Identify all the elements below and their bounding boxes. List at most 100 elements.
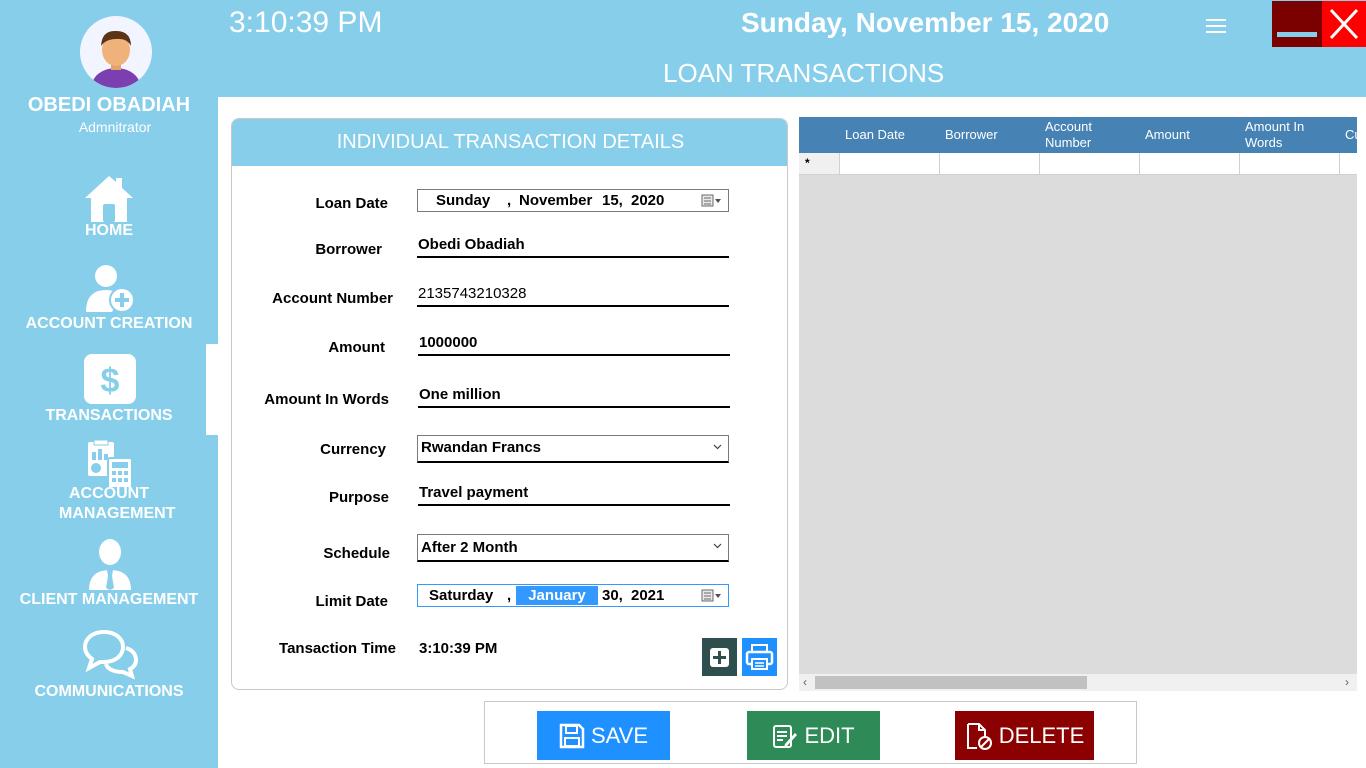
account-number-label: Account Number xyxy=(272,290,393,307)
limit-date-month: January xyxy=(516,586,598,605)
amount-in-words-label: Amount In Words xyxy=(264,391,389,408)
sidebar-item-communications[interactable]: COMMUNICATIONS xyxy=(0,628,218,704)
transactions-grid[interactable]: Loan Date Borrower Account Number Amount… xyxy=(799,117,1357,691)
grid-header: Loan Date Borrower Account Number Amount… xyxy=(799,117,1357,153)
schedule-value: After 2 Month xyxy=(421,539,518,556)
plus-icon xyxy=(710,648,729,667)
table-cell[interactable] xyxy=(1240,153,1340,175)
delete-button-label: DELETE xyxy=(998,722,1085,748)
action-bar: SAVE EDIT DELETE xyxy=(484,701,1137,764)
print-button[interactable] xyxy=(742,638,777,676)
column-header-amount[interactable]: Amount xyxy=(1140,117,1240,153)
scroll-left-icon[interactable]: ‹ xyxy=(803,675,807,689)
loan-date-month: November xyxy=(519,192,593,209)
currency-value: Rwandan Francs xyxy=(421,439,542,456)
currency-select[interactable]: Rwandan Francs xyxy=(417,435,729,463)
table-cell[interactable] xyxy=(1140,153,1240,175)
transaction-time-value: 3:10:39 PM xyxy=(419,640,498,657)
minimize-button[interactable] xyxy=(1272,1,1322,47)
table-cell[interactable] xyxy=(940,153,1040,175)
amount-in-words-underline xyxy=(418,406,730,408)
horizontal-scrollbar[interactable]: ‹ › xyxy=(799,674,1357,691)
column-header-loan-date[interactable]: Loan Date xyxy=(840,117,940,153)
account-number-underline xyxy=(417,305,729,307)
save-icon xyxy=(559,723,585,748)
limit-date-day: 30, xyxy=(602,587,623,604)
new-row-marker: * xyxy=(805,156,810,170)
sidebar-item-client-management[interactable]: CLIENT MANAGEMENT xyxy=(0,536,218,612)
sidebar-item-communications-label: COMMUNICATIONS xyxy=(34,683,184,700)
borrower-label: Borrower xyxy=(315,241,382,258)
transaction-details-panel: INDIVIDUAL TRANSACTION DETAILS Loan Date… xyxy=(231,118,788,690)
dollar-icon: $ xyxy=(83,354,137,412)
limit-date-separator: , xyxy=(507,587,512,604)
borrower-input[interactable]: Obedi Obadiah xyxy=(418,236,728,253)
borrower-underline xyxy=(417,256,729,258)
client-icon xyxy=(87,538,133,596)
sidebar-item-account-creation[interactable]: ACCOUNT CREATION xyxy=(0,260,218,336)
purpose-input[interactable]: Travel payment xyxy=(419,484,729,501)
save-button[interactable]: SAVE xyxy=(537,711,670,760)
amount-in-words-input[interactable]: One million xyxy=(419,386,729,403)
sidebar-item-client-management-label: CLIENT MANAGEMENT xyxy=(19,591,199,608)
svg-text:$: $ xyxy=(101,362,120,400)
edit-button[interactable]: EDIT xyxy=(747,711,880,760)
currency-label: Currency xyxy=(320,441,386,458)
column-header-account-number[interactable]: Account Number xyxy=(1040,117,1140,153)
purpose-label: Purpose xyxy=(328,489,389,506)
row-header-cell: * xyxy=(799,153,840,175)
calendar-dropdown-icon[interactable] xyxy=(701,589,723,607)
calendar-dropdown-icon[interactable] xyxy=(701,194,723,212)
scroll-right-icon[interactable]: › xyxy=(1345,675,1349,689)
sidebar-item-account-management[interactable]: ACCOUNT MANAGEMENT xyxy=(0,439,218,524)
loan-date-separator: , xyxy=(507,192,512,209)
scrollbar-thumb[interactable] xyxy=(815,676,1087,689)
amount-input[interactable]: 1000000 xyxy=(419,334,729,351)
printer-icon xyxy=(745,644,774,670)
transaction-time-label: Tansaction Time xyxy=(279,640,396,657)
page-title: LOAN TRANSACTIONS xyxy=(663,58,945,88)
hamburger-menu-icon[interactable] xyxy=(1205,18,1227,34)
sidebar-item-account-management-label: ACCOUNT MANAGEMENT xyxy=(59,485,176,522)
limit-date-weekday: Saturday xyxy=(429,587,494,604)
sidebar-item-home[interactable]: HOME xyxy=(0,170,218,240)
panel-title: INDIVIDUAL TRANSACTION DETAILS xyxy=(232,119,787,166)
close-button[interactable] xyxy=(1322,1,1366,47)
column-header-amount-in-words[interactable]: Amount In Words xyxy=(1240,117,1340,153)
chevron-down-icon xyxy=(713,543,722,549)
limit-date-picker[interactable]: Saturday , January 30, 2021 xyxy=(417,584,729,607)
amount-underline xyxy=(418,354,730,356)
sidebar-item-account-creation-label: ACCOUNT CREATION xyxy=(25,315,193,332)
schedule-label: Schedule xyxy=(323,545,390,562)
delete-file-icon xyxy=(966,722,992,750)
table-cell[interactable] xyxy=(1340,153,1357,175)
table-row[interactable]: * xyxy=(799,153,1357,175)
sidebar: OBEDI OBADIAH Admnitrator HOME ACCOUNT C… xyxy=(0,0,218,768)
limit-date-label: Limit Date xyxy=(315,593,388,610)
edit-icon xyxy=(773,724,798,748)
minimize-icon xyxy=(1277,32,1317,37)
add-button[interactable] xyxy=(702,638,737,676)
avatar xyxy=(80,16,152,88)
account-number-input[interactable]: 2135743210328 xyxy=(418,285,728,302)
loan-date-label: Loan Date xyxy=(315,195,388,212)
edit-button-label: EDIT xyxy=(804,722,855,748)
delete-button[interactable]: DELETE xyxy=(955,711,1094,760)
column-header-currency[interactable]: Cu xyxy=(1340,117,1357,153)
loan-date-picker[interactable]: Sunday , November 15, 2020 xyxy=(417,189,729,212)
sidebar-item-transactions-label: TRANSACTIONS xyxy=(45,407,173,424)
active-nav-indicator xyxy=(206,344,218,435)
close-icon xyxy=(1329,8,1359,40)
user-role: Admnitrator xyxy=(78,119,152,135)
chevron-down-icon xyxy=(713,444,722,450)
save-button-label: SAVE xyxy=(590,722,649,748)
column-header-borrower[interactable]: Borrower xyxy=(940,117,1040,153)
sidebar-item-transactions[interactable]: $ TRANSACTIONS xyxy=(0,352,218,428)
table-cell[interactable] xyxy=(1040,153,1140,175)
header-date: Sunday, November 15, 2020 xyxy=(741,7,1110,38)
schedule-select[interactable]: After 2 Month xyxy=(417,534,729,562)
chat-icon xyxy=(82,628,139,686)
sidebar-item-home-label: HOME xyxy=(85,222,133,239)
table-cell[interactable] xyxy=(840,153,940,175)
user-name: OBEDI OBADIAH xyxy=(27,94,191,116)
